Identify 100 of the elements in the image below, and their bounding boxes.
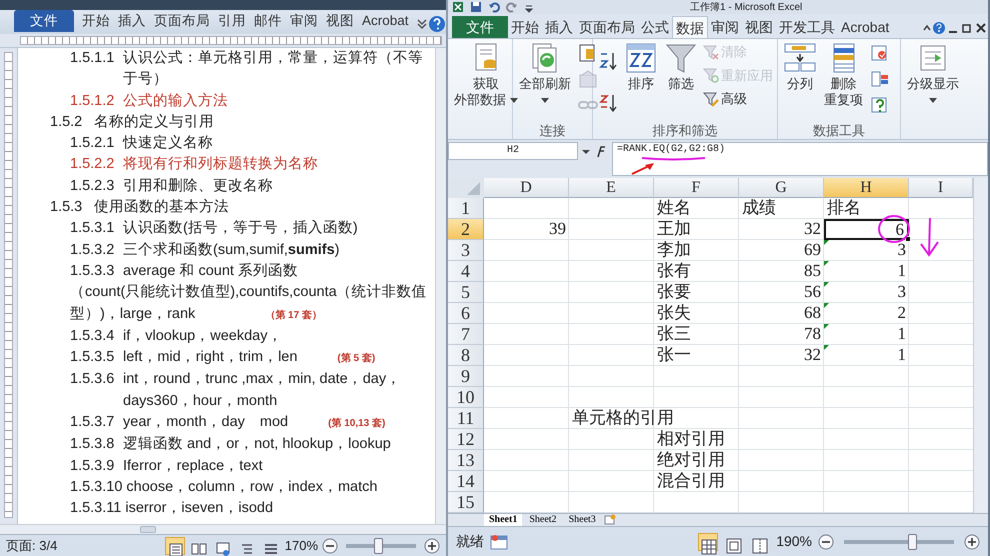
sheet-tab[interactable]: Sheet2 xyxy=(524,514,562,526)
file-tab[interactable]: 文件 xyxy=(14,10,74,32)
formula-field[interactable]: =RANK.EQ(G2,G2:G8) xyxy=(612,142,988,176)
row-header[interactable]: 9 xyxy=(448,366,484,387)
cell-text: 单元格的引用 xyxy=(572,408,674,427)
undo-icon[interactable] xyxy=(488,1,500,13)
file-tab[interactable]: 文件 xyxy=(452,16,508,38)
row-header[interactable]: 15 xyxy=(448,492,484,513)
cell-text: 85 xyxy=(804,261,821,280)
cell-text: 69 xyxy=(804,240,821,259)
ribbon-tab[interactable]: 插入 xyxy=(542,16,576,38)
sort-descending-icon[interactable] xyxy=(598,92,618,113)
section-number: 1.5.1.1 xyxy=(70,49,116,68)
macro-record-icon[interactable] xyxy=(490,532,508,550)
normal-view-icon xyxy=(701,538,718,555)
ribbon-button[interactable]: 分级显示 xyxy=(905,42,961,108)
slider-thumb[interactable] xyxy=(908,534,918,550)
section-number: 1.5.2 xyxy=(50,112,84,132)
ribbon-tab[interactable]: Acrobat xyxy=(838,16,892,38)
view-button[interactable] xyxy=(164,536,185,554)
ribbon-tab[interactable]: 页面布局 xyxy=(576,16,638,38)
row-header[interactable]: 10 xyxy=(448,387,484,408)
new-sheet-icon[interactable] xyxy=(602,514,617,526)
row-header[interactable]: 14 xyxy=(448,471,484,492)
row-header[interactable]: 11 xyxy=(448,408,484,429)
name-box[interactable]: H2 xyxy=(448,142,578,160)
slider-thumb[interactable] xyxy=(374,538,382,554)
row-header[interactable]: 8 xyxy=(448,345,484,366)
excel-logo-icon[interactable] xyxy=(452,1,464,13)
ribbon-tab[interactable]: 插入 xyxy=(114,10,150,32)
section-number: 1.5.3.3 xyxy=(70,262,116,281)
column-header[interactable]: I xyxy=(909,178,973,198)
ribbon-button[interactable]: 全部刷新 xyxy=(517,42,573,108)
ribbon-button[interactable]: 分列 xyxy=(782,42,818,92)
cell-text: 56 xyxy=(804,282,821,301)
ribbon-tab[interactable]: 开发工具 xyxy=(776,16,838,38)
row-header[interactable]: 12 xyxy=(448,429,484,450)
caret-icon xyxy=(510,98,518,104)
print-layout-icon xyxy=(168,542,184,556)
group-label: 排序和筛选 xyxy=(652,122,718,139)
scrollbar[interactable] xyxy=(435,48,446,524)
heading-text: 名称的定义与引用 xyxy=(94,112,214,132)
sheet-tab[interactable]: Sheet1 xyxy=(484,514,522,526)
reapply-filter-icon xyxy=(703,67,719,84)
save-icon[interactable] xyxy=(470,1,482,13)
ribbon-button[interactable]: 高级 xyxy=(703,89,773,108)
zoom-out-icon[interactable] xyxy=(818,534,834,550)
ribbon-tab[interactable]: 开始 xyxy=(508,16,542,38)
cell-text: 排名 xyxy=(827,198,861,217)
row-header[interactable]: 4 xyxy=(448,261,484,282)
row-header[interactable]: 13 xyxy=(448,450,484,471)
cell-text: 混合引用 xyxy=(657,471,725,490)
redo-icon[interactable] xyxy=(506,1,518,13)
ribbon-tab[interactable]: 审阅 xyxy=(708,16,742,38)
ribbon-tab[interactable]: 页面布局 xyxy=(150,10,214,32)
cell-text: 成绩 xyxy=(742,198,776,217)
cell-text: 39 xyxy=(549,219,566,238)
cell-cursor[interactable]: 6 xyxy=(824,219,909,240)
zoom-level[interactable]: 190% xyxy=(776,531,812,552)
zoom-out-icon[interactable] xyxy=(322,538,338,554)
zoom-level[interactable]: 170% xyxy=(284,536,318,556)
ribbon-button[interactable]: 筛选 xyxy=(663,42,699,92)
ribbon-tab[interactable]: 公式 xyxy=(638,16,672,38)
column-header[interactable]: D xyxy=(484,178,569,198)
ribbon-tab[interactable]: Acrobat xyxy=(358,10,413,32)
note-text: (第 5 套) xyxy=(337,353,376,364)
row-header[interactable]: 6 xyxy=(448,303,484,324)
column-header[interactable]: H xyxy=(824,178,909,198)
column-header[interactable]: F xyxy=(654,178,739,198)
zoom-in-icon[interactable] xyxy=(964,534,980,550)
row-header[interactable]: 5 xyxy=(448,282,484,303)
ribbon-tab[interactable]: 开始 xyxy=(78,10,114,32)
scrollbar[interactable] xyxy=(973,178,988,513)
scrollbar[interactable] xyxy=(0,524,446,534)
row-header[interactable]: 1 xyxy=(448,198,484,219)
ribbon-button[interactable]: 删除 重复项 xyxy=(822,42,865,108)
sort-ascending-icon[interactable] xyxy=(598,51,618,72)
heading-text: 引用和删除、更改名称 xyxy=(123,178,273,194)
column-header[interactable]: G xyxy=(739,178,824,198)
cell-text: 1 xyxy=(898,261,906,280)
sheet-tab[interactable]: Sheet3 xyxy=(564,514,601,526)
cell-text: 1 xyxy=(898,345,906,364)
column-header[interactable]: E xyxy=(569,178,654,198)
row-header[interactable]: 3 xyxy=(448,240,484,261)
ribbon-tab[interactable]: 数据 xyxy=(672,16,708,38)
ribbon-tab[interactable]: 邮件 xyxy=(250,10,286,32)
ribbon-tab[interactable]: 视图 xyxy=(742,16,776,38)
zoom-in-icon[interactable] xyxy=(424,538,440,554)
ribbon-tab[interactable]: 视图 xyxy=(322,10,358,32)
row-header[interactable]: 2 xyxy=(448,219,484,240)
ribbon-button[interactable]: 排序 xyxy=(623,42,659,92)
ribbon-tab[interactable]: 引用 xyxy=(214,10,250,32)
section-number: 1.5.2.3 xyxy=(70,176,116,196)
sort-icon xyxy=(625,42,657,74)
section-number: 1.5.3.6 xyxy=(70,370,116,390)
ribbon-tab[interactable]: 审阅 xyxy=(286,10,322,32)
page-layout-icon xyxy=(726,538,742,554)
row-header[interactable]: 7 xyxy=(448,324,484,345)
ribbon-button[interactable]: 获取 外部数据 xyxy=(452,42,520,108)
cell-text: 相对引用 xyxy=(657,429,725,448)
